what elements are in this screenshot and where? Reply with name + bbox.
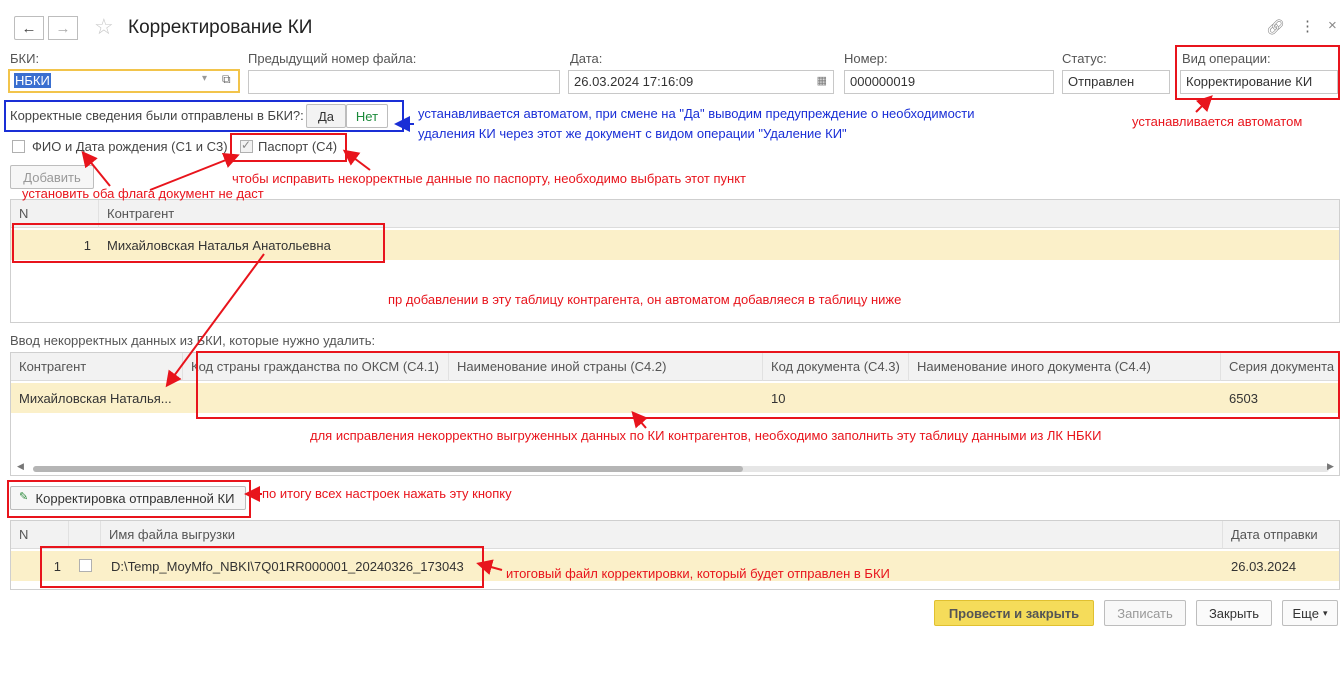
arrow-flag-passport: [149, 152, 240, 191]
arrow-table1-to-table2: [165, 253, 265, 388]
annotation-arrows: [81, 95, 1213, 575]
arrow-flag-fio: [81, 150, 111, 187]
arrow-file-hint: [476, 559, 503, 575]
arrow-auto-operation: [1195, 95, 1213, 113]
arrow-passport: [342, 149, 371, 171]
arrow-table2-hint: [631, 410, 648, 429]
